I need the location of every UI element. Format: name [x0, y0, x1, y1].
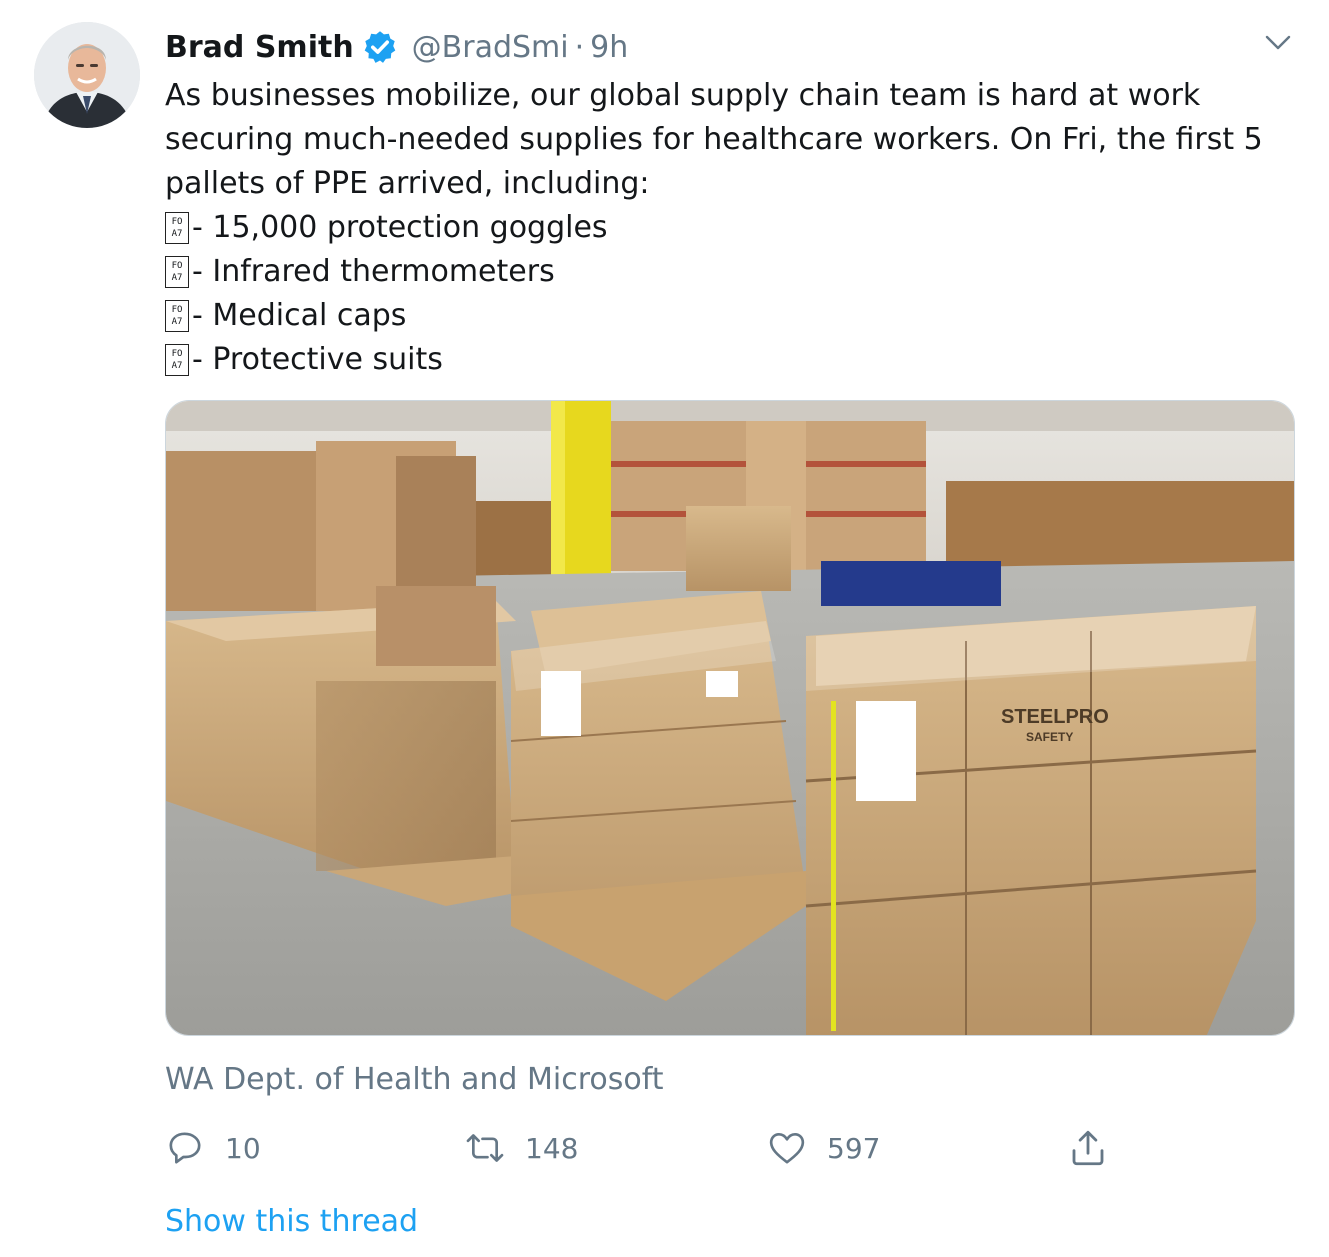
verified-badge-icon	[362, 29, 398, 65]
avatar[interactable]	[34, 22, 140, 128]
missing-glyph-icon: FO A7	[165, 256, 189, 288]
retweet-button[interactable]: 148	[465, 1124, 578, 1172]
list-item-text: - Protective suits	[192, 342, 443, 377]
reply-button[interactable]: 10	[165, 1124, 261, 1172]
list-item: FO A7 - Medical caps	[165, 294, 1275, 338]
share-button[interactable]	[1067, 1124, 1109, 1172]
share-icon	[1072, 1130, 1104, 1166]
list-item: FO A7 - 15,000 protection goggles	[165, 206, 1275, 250]
missing-glyph-icon: FO A7	[165, 300, 189, 332]
missing-glyph-icon: FO A7	[165, 212, 189, 244]
heart-icon	[769, 1133, 805, 1164]
list-item-text: - 15,000 protection goggles	[192, 210, 608, 245]
retweet-icon	[466, 1134, 504, 1162]
photo-caption: WA Dept. of Health and Microsoft	[165, 1062, 664, 1097]
tweet-text: As businesses mobilize, our global suppl…	[165, 74, 1275, 382]
tweet-intro-text: As businesses mobilize, our global suppl…	[165, 78, 1263, 201]
list-item: FO A7 - Protective suits	[165, 338, 1275, 382]
tweet-header: Brad Smith @BradSmi · 9h	[165, 26, 628, 68]
photo-box-label: STEELPRO	[1001, 706, 1109, 728]
list-item-text: - Infrared thermometers	[192, 254, 555, 289]
like-count: 597	[827, 1131, 881, 1165]
reply-count: 10	[225, 1131, 261, 1165]
show-thread-link[interactable]: Show this thread	[165, 1204, 418, 1239]
list-item-text: - Medical caps	[192, 298, 407, 333]
list-item: FO A7 - Infrared thermometers	[165, 250, 1275, 294]
tweet-timestamp[interactable]: 9h	[590, 30, 628, 65]
photo-box-sublabel: SAFETY	[1026, 730, 1073, 744]
like-button[interactable]: 597	[767, 1124, 880, 1172]
tweet[interactable]: Brad Smith @BradSmi · 9h As businesses m…	[0, 0, 1329, 1257]
header-separator: ·	[574, 29, 585, 65]
chevron-down-icon[interactable]	[1262, 26, 1294, 58]
author-handle[interactable]: @BradSmi	[412, 30, 569, 65]
retweet-count: 148	[525, 1131, 579, 1165]
reply-icon	[169, 1132, 201, 1164]
tweet-photo[interactable]: STEELPRO SAFETY	[165, 400, 1295, 1036]
author-name[interactable]: Brad Smith	[165, 30, 354, 65]
tweet-actions: 10 148 597	[165, 1124, 1165, 1172]
missing-glyph-icon: FO A7	[165, 344, 189, 376]
